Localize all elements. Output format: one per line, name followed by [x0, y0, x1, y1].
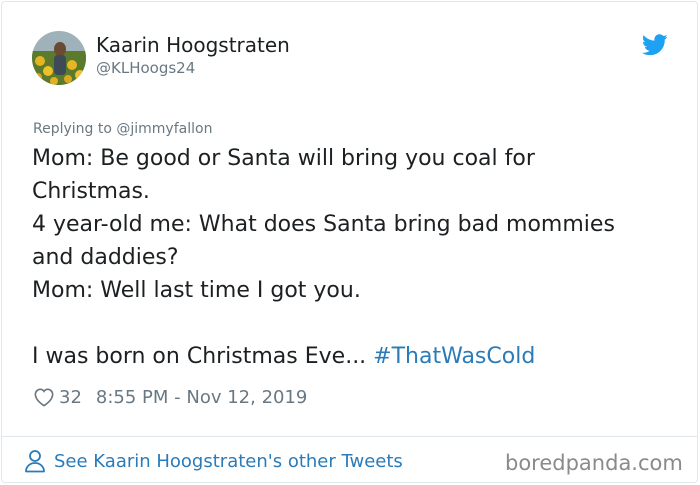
watermark: boredpanda.com [505, 451, 683, 475]
person-icon [25, 450, 45, 473]
tweet-timestamp[interactable]: 8:55 PM - Nov 12, 2019 [96, 387, 307, 408]
like-count[interactable]: 32 [59, 387, 82, 408]
heart-icon[interactable] [33, 387, 55, 407]
tweet-body: Mom: Be good or Santa will bring you coa… [32, 142, 677, 373]
tweet-line: and daddies? [32, 245, 179, 270]
tweet-line: Christmas. [32, 179, 150, 204]
see-other-tweets-link[interactable]: See Kaarin Hoogstraten's other Tweets [24, 448, 403, 474]
footer-divider [2, 436, 698, 437]
author-handle[interactable]: @KLHoogs24 [96, 58, 195, 78]
avatar-photo [32, 31, 86, 85]
reply-context: Replying to @jimmyfallon [33, 121, 213, 137]
twitter-bird-icon[interactable] [642, 34, 668, 56]
avatar[interactable] [32, 31, 86, 85]
see-other-tweets-label[interactable]: See Kaarin Hoogstraten's other Tweets [54, 451, 403, 472]
hashtag-link[interactable]: #ThatWasCold [373, 344, 535, 369]
tweet-closing-line: I was born on Christmas Eve... #ThatWasC… [32, 340, 677, 373]
tweet-line: Mom: Well last time I got you. [32, 278, 361, 303]
author-display-name[interactable]: Kaarin Hoogstraten [96, 32, 290, 58]
tweet-line: Mom: Be good or Santa will bring you coa… [32, 146, 535, 171]
tweet-closing-text: I was born on Christmas Eve... [32, 344, 374, 369]
tweet-line: 4 year-old me: What does Santa bring bad… [32, 212, 615, 237]
tweet-meta: 32 8:55 PM - Nov 12, 2019 [33, 385, 307, 409]
